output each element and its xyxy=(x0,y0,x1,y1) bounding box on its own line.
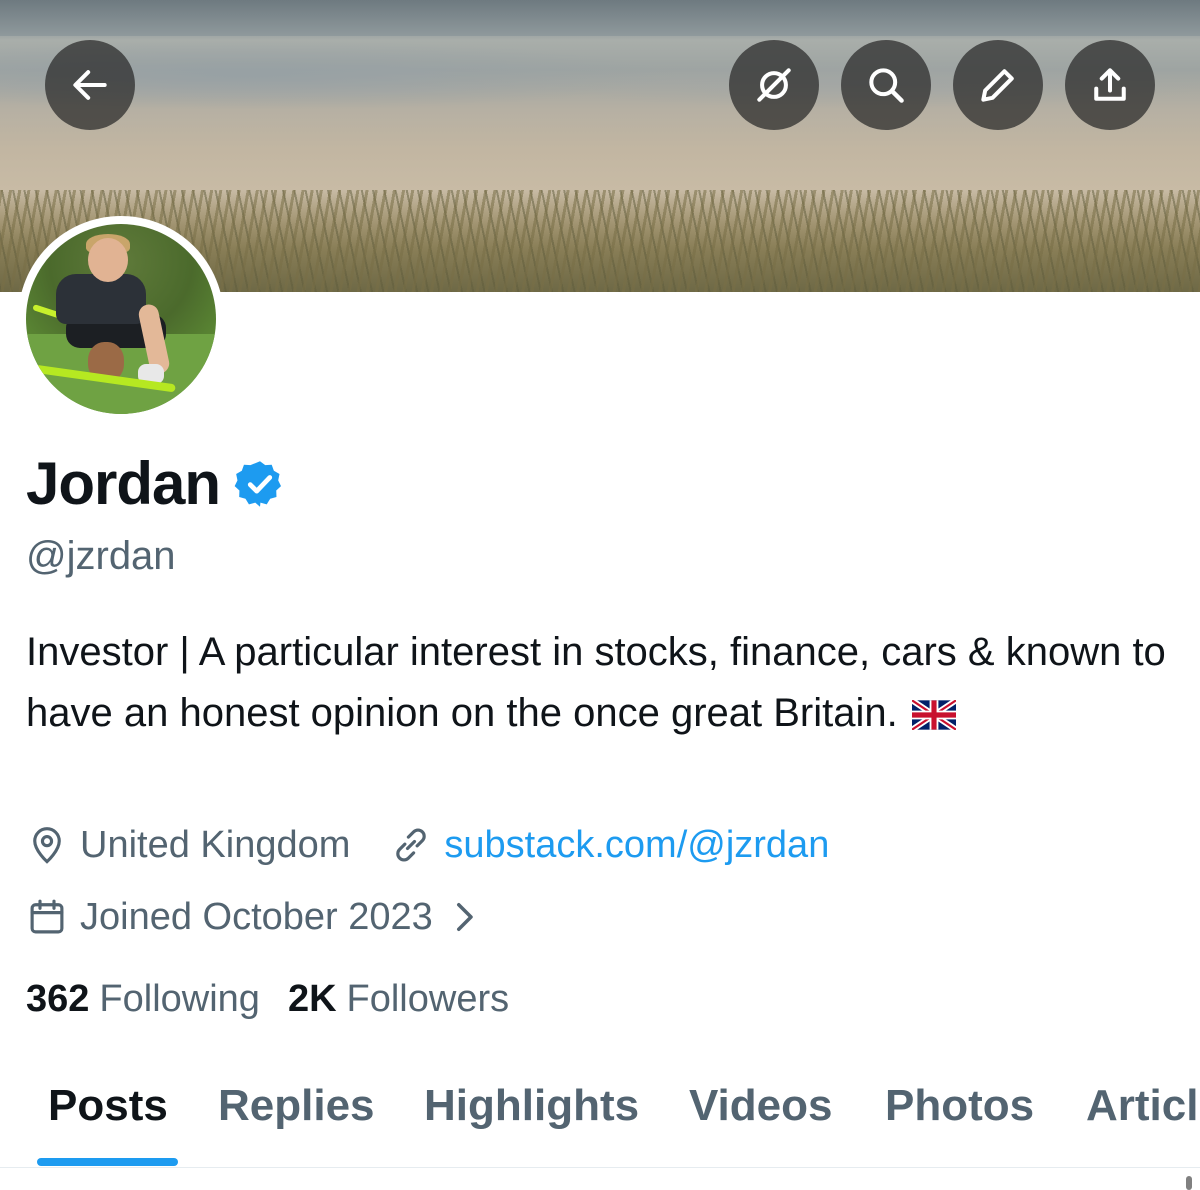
edit-icon xyxy=(981,69,1014,102)
followers-label: Followers xyxy=(346,978,510,1020)
scrollbar[interactable] xyxy=(1186,1176,1192,1190)
arrow-left-icon xyxy=(73,70,107,100)
bio-text: Investor | A particular interest in stoc… xyxy=(26,630,1166,735)
following-count: 362 xyxy=(26,978,90,1020)
profile-avatar[interactable] xyxy=(18,216,224,422)
followers-link[interactable]: 2K Followers xyxy=(288,976,509,1022)
active-tab-indicator xyxy=(37,1158,178,1166)
tab-photos[interactable]: Photos xyxy=(885,1080,1034,1132)
chevron-right-icon xyxy=(456,903,473,931)
profile-name-row: Jordan xyxy=(26,448,286,520)
following-link[interactable]: 362 Following xyxy=(26,976,260,1022)
back-button[interactable] xyxy=(45,40,135,130)
search-button[interactable] xyxy=(841,40,931,130)
link-icon xyxy=(396,828,427,862)
share-icon xyxy=(1094,68,1126,101)
location-pin-icon xyxy=(33,827,61,864)
tab-videos[interactable]: Videos xyxy=(689,1080,832,1132)
flag-united-kingdom-icon xyxy=(911,700,956,731)
profile-name: Jordan xyxy=(26,450,221,517)
search-icon xyxy=(869,68,904,103)
profile-joined-row[interactable]: Joined October 2023 xyxy=(26,894,485,940)
share-button[interactable] xyxy=(1065,40,1155,130)
tab-posts[interactable]: Posts xyxy=(48,1080,168,1132)
tab-highlights[interactable]: Highlights xyxy=(424,1080,639,1132)
profile-stats: 362 Following 2K Followers xyxy=(26,976,537,1022)
profile-joined-date: Joined October 2023 xyxy=(80,896,433,938)
profile-bio: Investor | A particular interest in stoc… xyxy=(26,622,1166,744)
edit-button[interactable] xyxy=(953,40,1043,130)
tab-replies[interactable]: Replies xyxy=(218,1080,375,1132)
calendar-icon xyxy=(30,899,64,934)
avatar-photo xyxy=(26,224,216,414)
hide-button[interactable] xyxy=(729,40,819,130)
profile-tabs: Posts Replies Highlights Videos Photos A… xyxy=(0,1060,1200,1168)
profile-location: United Kingdom xyxy=(80,824,351,866)
profile-handle: @jzrdan xyxy=(26,534,176,578)
profile-meta-row: United Kingdom substack.com/@jzrdan xyxy=(26,822,829,868)
following-label: Following xyxy=(99,978,260,1020)
banner-sea xyxy=(0,0,1200,36)
hide-icon xyxy=(757,68,791,102)
profile-website-link[interactable]: substack.com/@jzrdan xyxy=(444,822,829,868)
verified-badge-icon[interactable] xyxy=(234,458,286,510)
followers-count: 2K xyxy=(287,978,337,1020)
tab-articles[interactable]: Articl xyxy=(1086,1080,1198,1132)
